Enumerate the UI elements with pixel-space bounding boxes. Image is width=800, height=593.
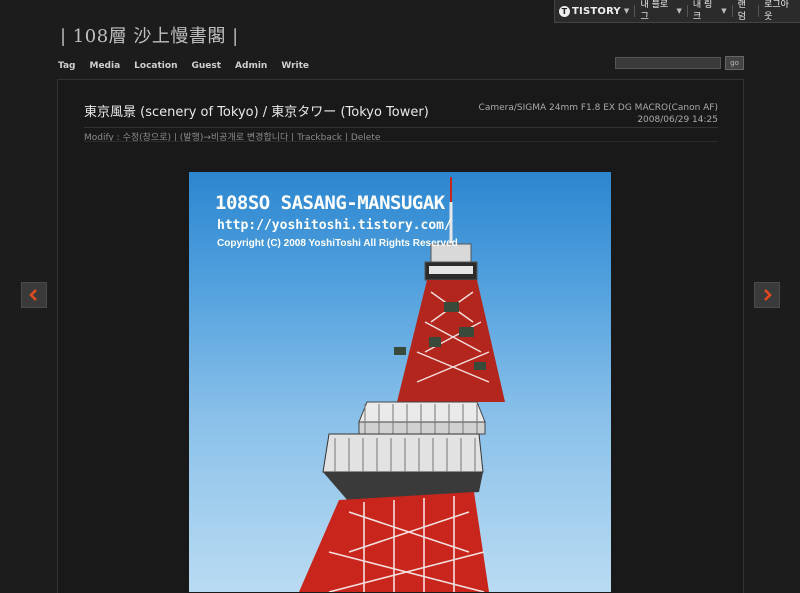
camera-info: Camera/SIGMA 24mm F1.8 EX DG MACRO(Canon… [478,103,718,113]
watermark-title: 108SO SASANG-MANSUGAK [215,192,445,214]
post-title[interactable]: 東京風景 (scenery of Tokyo) / 東京タワー (Tokyo T… [84,101,429,120]
random-label: 랜덤 [737,0,746,22]
tistory-logo-icon: T [559,5,570,17]
search-box: go [615,56,744,70]
tistory-toolbar: T TISTORY ▼ 내 블로그 ▼ 내 링크 ▼ 랜덤 로그아웃 [554,0,800,23]
search-input[interactable] [615,57,721,69]
my-link-menu[interactable]: 내 링크 ▼ [686,0,732,22]
nav-item-location[interactable]: Location [134,61,177,71]
divider [84,127,718,128]
nav-item-guest[interactable]: Guest [191,61,221,71]
my-blog-menu[interactable]: 내 블로그 ▼ [634,0,686,22]
chevron-down-icon: ▼ [676,7,682,15]
post-meta: Camera/SIGMA 24mm F1.8 EX DG MACRO(Canon… [479,102,718,126]
divider [84,141,718,142]
tistory-logo[interactable]: T TISTORY ▼ [555,5,634,17]
random-link[interactable]: 랜덤 [731,0,758,22]
tistory-logo-text: TISTORY [572,5,621,17]
prev-post-button[interactable] [21,282,47,308]
logout-label: 로그아웃 [764,0,789,22]
site-title[interactable]: | 108層 沙上慢書閣 | [60,22,239,48]
watermark-copyright: Copyright (C) 2008 YoshiToshi All Rights… [217,238,458,249]
my-link-label: 내 링크 [692,0,713,22]
nav-item-write[interactable]: Write [281,61,309,71]
main-nav: Tag Media Location Guest Admin Write [58,61,323,71]
next-post-button[interactable] [754,282,780,308]
post-date: 2008/06/29 14:25 [637,115,718,125]
tokyo-tower-illustration [299,177,505,592]
nav-item-media[interactable]: Media [90,61,121,71]
logout-link[interactable]: 로그아웃 [758,0,800,22]
chevron-left-icon [29,289,37,301]
chevron-right-icon [764,289,772,301]
my-blog-label: 내 블로그 [640,0,669,22]
post-photo[interactable]: 108SO SASANG-MANSUGAK http://yoshitoshi.… [189,172,611,592]
search-button[interactable]: go [725,56,744,70]
nav-item-tag[interactable]: Tag [58,61,76,71]
chevron-down-icon: ▼ [721,7,727,15]
nav-item-admin[interactable]: Admin [235,61,267,71]
chevron-down-icon: ▼ [623,7,630,15]
watermark-url: http://yoshitoshi.tistory.com/ [217,218,452,233]
